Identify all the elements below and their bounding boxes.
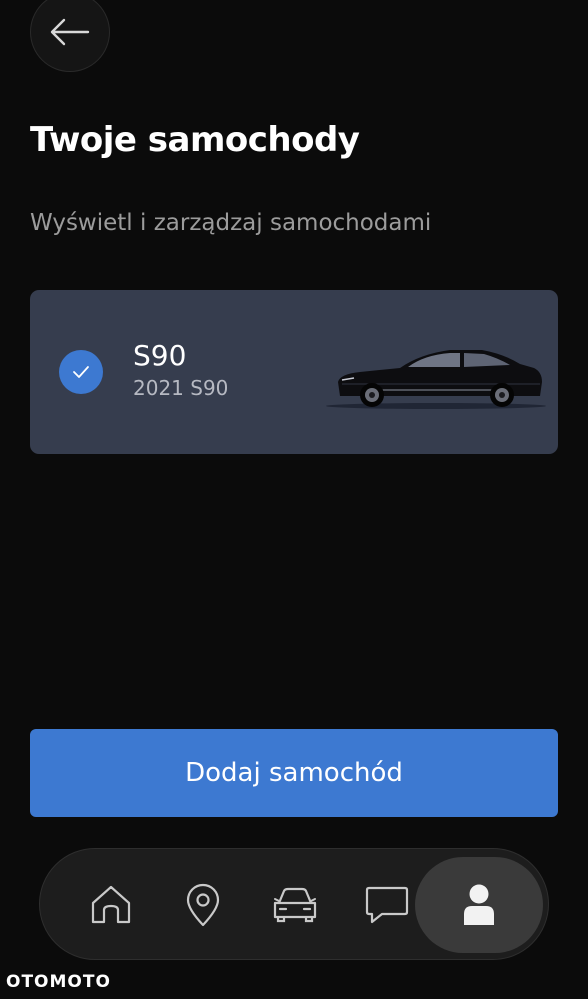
car-icon [273,887,317,923]
nav-location[interactable] [175,877,231,933]
car-description: 2021 S90 [133,376,229,400]
nav-home[interactable] [83,877,139,933]
add-car-button[interactable]: Dodaj samochód [30,729,558,817]
car-card[interactable]: S90 2021 S90 [30,290,558,454]
location-pin-icon [186,883,220,927]
arrow-left-icon [50,18,90,46]
back-button[interactable] [30,0,110,72]
nav-car[interactable] [267,877,323,933]
car-image [326,350,546,409]
bottom-navigation [39,848,549,960]
selected-indicator [59,350,103,394]
checkmark-icon [73,366,89,378]
nav-profile[interactable] [415,857,543,953]
page-title: Twoje samochody [30,120,360,160]
home-icon [91,885,131,924]
otomoto-watermark: OTOMOTO [6,972,111,992]
page-subtitle: Wyświetl i zarządzaj samochodami [30,210,432,236]
nav-messages[interactable] [359,877,415,933]
car-name: S90 [133,339,187,372]
profile-icon [464,884,494,925]
chat-bubble-icon [365,886,409,924]
